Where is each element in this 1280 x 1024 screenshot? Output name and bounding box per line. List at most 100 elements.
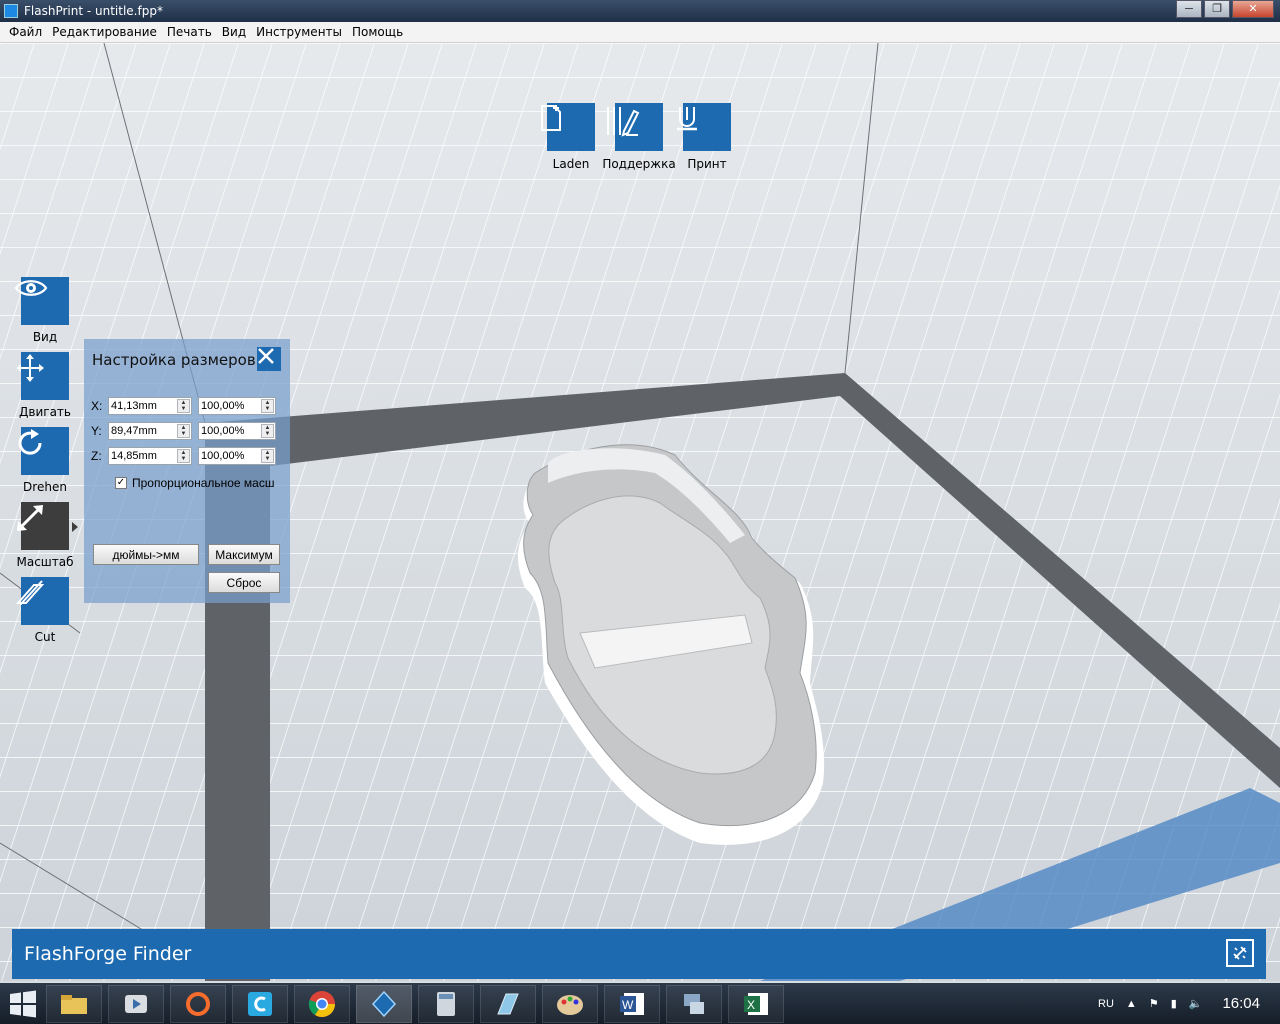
close-icon bbox=[258, 348, 274, 364]
signal-bars-icon[interactable]: ▮ bbox=[1171, 997, 1177, 1010]
spin-arrows-icon[interactable]: ▲ ▼ bbox=[261, 449, 274, 463]
window-controls: ─ ❐ ✕ bbox=[1174, 0, 1274, 18]
cut-label: Cut bbox=[34, 630, 56, 644]
editor-icon[interactable] bbox=[480, 984, 536, 1023]
spin-arrows-icon[interactable]: ▲ ▼ bbox=[261, 424, 274, 438]
calculator-icon[interactable] bbox=[418, 984, 474, 1023]
size-z-input[interactable]: 14,85mm ▲ ▼ bbox=[108, 447, 192, 465]
word-icon[interactable]: W bbox=[604, 984, 660, 1023]
print-icon[interactable] bbox=[677, 103, 731, 151]
size-x-input[interactable]: 41,13mm ▲ ▼ bbox=[108, 397, 192, 415]
panel-close-button[interactable] bbox=[257, 347, 281, 371]
percent-z-value: 100,00% bbox=[201, 450, 245, 462]
spin-arrows-icon[interactable]: ▲ ▼ bbox=[177, 399, 190, 413]
load-label: Laden bbox=[552, 157, 590, 171]
network-icon[interactable] bbox=[666, 984, 722, 1023]
menu-print[interactable]: Печать bbox=[162, 25, 217, 39]
percent-x-value: 100,00% bbox=[201, 400, 245, 412]
3d-viewport[interactable]: Laden Поддержка Принт Вид Двигать Drehen bbox=[0, 43, 1280, 981]
cut-tool[interactable]: Cut bbox=[14, 577, 76, 644]
rotate-icon[interactable] bbox=[18, 427, 69, 475]
menu-view[interactable]: Вид bbox=[217, 25, 251, 39]
spin-arrows-icon[interactable]: ▲ ▼ bbox=[177, 424, 190, 438]
menu-file[interactable]: Файл bbox=[4, 25, 47, 39]
flashforge-finder-bar: FlashForge Finder bbox=[12, 929, 1266, 979]
load-file-icon[interactable] bbox=[541, 103, 595, 151]
move-label: Двигать bbox=[19, 405, 71, 419]
menu-edit[interactable]: Редактирование bbox=[47, 25, 162, 39]
rotate-tool[interactable]: Drehen bbox=[14, 427, 76, 494]
language-indicator[interactable]: RU bbox=[1098, 998, 1114, 1010]
percent-z-input[interactable]: 100,00% ▲ ▼ bbox=[198, 447, 276, 465]
scale-label: Масштаб bbox=[16, 555, 74, 569]
size-z-value: 14,85mm bbox=[111, 450, 157, 462]
proportional-label: Пропорциональное масш bbox=[132, 476, 275, 490]
svg-text:X: X bbox=[747, 998, 755, 1012]
spin-arrows-icon[interactable]: ▲ ▼ bbox=[261, 399, 274, 413]
flashprint-app-icon bbox=[4, 4, 18, 18]
inch-to-mm-button[interactable]: дюймы->мм bbox=[93, 544, 199, 565]
menu-tools[interactable]: Инструменты bbox=[251, 25, 347, 39]
svg-text:W: W bbox=[622, 998, 634, 1012]
scale-row-x: X: 41,13mm ▲ ▼ 100,00% ▲ ▼ bbox=[91, 397, 276, 415]
support-label: Поддержка bbox=[602, 157, 676, 171]
move-tool[interactable]: Двигать bbox=[14, 352, 76, 419]
flashprint-icon[interactable] bbox=[356, 984, 412, 1023]
panel-title: Настройка размеров bbox=[92, 351, 256, 369]
size-y-input[interactable]: 89,47mm ▲ ▼ bbox=[108, 422, 192, 440]
clock[interactable]: 16:04 bbox=[1222, 995, 1260, 1012]
reset-button[interactable]: Сброс bbox=[208, 572, 280, 593]
size-y-value: 89,47mm bbox=[111, 425, 157, 437]
maximum-button[interactable]: Максимум bbox=[208, 544, 280, 565]
print-label: Принт bbox=[687, 157, 727, 171]
scale-row-z: Z: 14,85mm ▲ ▼ 100,00% ▲ ▼ bbox=[91, 447, 276, 465]
scale-settings-panel: Настройка размеров X: 41,13mm ▲ ▼ 100,00% ▲… bbox=[84, 339, 290, 603]
spin-arrows-icon[interactable]: ▲ ▼ bbox=[177, 449, 190, 463]
file-explorer-icon[interactable] bbox=[46, 984, 102, 1023]
eye-icon[interactable] bbox=[14, 277, 69, 325]
axis-label: X: bbox=[91, 399, 103, 413]
finder-connect-button[interactable] bbox=[1226, 939, 1254, 967]
close-window-button[interactable]: ✕ bbox=[1232, 0, 1274, 18]
active-tool-pointer bbox=[72, 522, 78, 532]
link-icon bbox=[1233, 946, 1247, 960]
view-tool[interactable]: Вид bbox=[14, 277, 76, 344]
checkmark-icon[interactable]: ✓ bbox=[115, 477, 127, 489]
cut-icon[interactable] bbox=[15, 577, 69, 625]
print-tool[interactable]: Принт bbox=[672, 103, 742, 171]
support-pencil-icon[interactable] bbox=[607, 103, 663, 151]
scale-icon[interactable] bbox=[17, 502, 69, 550]
excel-icon[interactable]: X bbox=[728, 984, 784, 1023]
start-button[interactable] bbox=[0, 983, 46, 1024]
move-arrows-icon[interactable] bbox=[16, 352, 69, 400]
proportional-scale-checkbox[interactable]: ✓ Пропорциональное масш bbox=[115, 476, 285, 490]
maximize-button[interactable]: ❐ bbox=[1204, 0, 1230, 18]
percent-y-value: 100,00% bbox=[201, 425, 245, 437]
menu-bar: Файл Редактирование Печать Вид Инструмен… bbox=[0, 22, 1280, 43]
percent-x-input[interactable]: 100,00% ▲ ▼ bbox=[198, 397, 276, 415]
media-player-icon[interactable] bbox=[108, 984, 164, 1023]
volume-icon[interactable]: 🔈 bbox=[1189, 997, 1203, 1010]
c-app-icon[interactable] bbox=[232, 984, 288, 1023]
view-label: Вид bbox=[32, 330, 58, 344]
rotate-label: Drehen bbox=[23, 480, 67, 494]
axis-label: Z: bbox=[91, 449, 102, 463]
size-x-value: 41,13mm bbox=[111, 400, 157, 412]
scale-tool[interactable]: Масштаб bbox=[14, 502, 78, 569]
support-tool[interactable]: Поддержка bbox=[602, 103, 676, 171]
paint-icon[interactable] bbox=[542, 984, 598, 1023]
origin-icon[interactable] bbox=[170, 984, 226, 1023]
chrome-icon[interactable] bbox=[294, 984, 350, 1023]
load-tool[interactable]: Laden bbox=[536, 103, 606, 171]
show-hidden-icons-icon[interactable]: ▲ bbox=[1126, 998, 1137, 1010]
menu-help[interactable]: Помощь bbox=[347, 25, 408, 39]
window-titlebar: FlashPrint - untitle.fpp* ─ ❐ ✕ bbox=[0, 0, 1280, 22]
system-tray: RU ▲ ⚑ ▮ 🔈 16:04 bbox=[1098, 983, 1280, 1024]
axis-label: Y: bbox=[91, 424, 102, 438]
window-title: FlashPrint - untitle.fpp* bbox=[24, 4, 163, 18]
windows-logo-icon bbox=[10, 990, 36, 1017]
percent-y-input[interactable]: 100,00% ▲ ▼ bbox=[198, 422, 276, 440]
scale-row-y: Y: 89,47mm ▲ ▼ 100,00% ▲ ▼ bbox=[91, 422, 276, 440]
minimize-button[interactable]: ─ bbox=[1176, 0, 1202, 18]
action-center-flag-icon[interactable]: ⚑ bbox=[1149, 997, 1159, 1010]
